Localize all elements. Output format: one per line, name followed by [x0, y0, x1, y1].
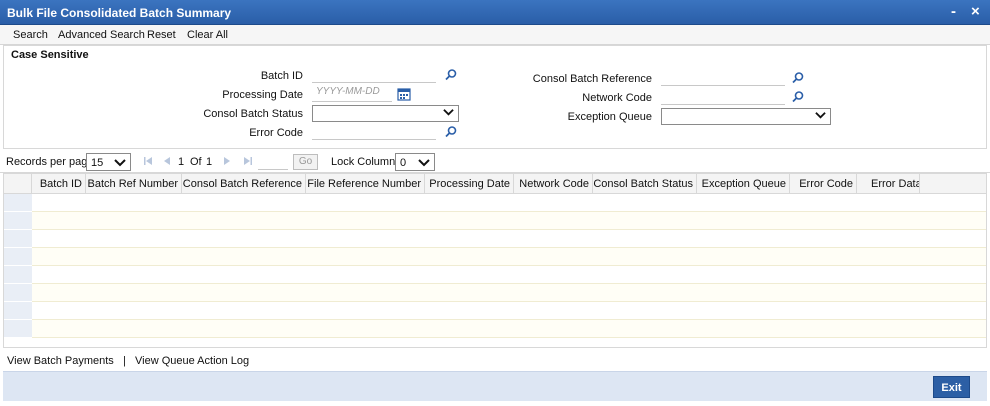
consol-batch-reference-input[interactable] — [661, 70, 785, 86]
go-button[interactable]: Go — [293, 154, 318, 170]
consol-batch-status-label: Consol Batch Status — [203, 108, 303, 120]
current-page: 1 — [178, 156, 185, 168]
records-per-page-select[interactable]: 15 — [86, 153, 131, 171]
network-code-input[interactable] — [661, 89, 785, 105]
minimize-button[interactable]: - — [951, 3, 956, 20]
column-header[interactable]: File Reference Number — [306, 174, 425, 194]
batch-id-input[interactable] — [312, 67, 436, 83]
case-sensitive-label: Case Sensitive — [11, 49, 89, 61]
batch-id-label: Batch ID — [260, 70, 303, 82]
column-header[interactable]: Batch Ref Number — [86, 174, 182, 194]
table-row[interactable] — [4, 284, 986, 302]
search-button[interactable]: Search — [13, 29, 48, 41]
reset-button[interactable]: Reset — [147, 29, 176, 41]
column-header[interactable]: Error Data — [857, 174, 920, 194]
lock-columns-value: 0 — [400, 157, 407, 169]
records-per-page-value: 15 — [91, 157, 104, 169]
footer-bar: Exit — [3, 371, 987, 401]
error-code-label: Error Code — [249, 127, 303, 139]
chevron-down-icon — [443, 109, 454, 116]
view-queue-action-log-link[interactable]: View Queue Action Log — [135, 355, 249, 367]
column-header[interactable]: Consol Batch Reference — [182, 174, 306, 194]
link-separator: | — [122, 355, 126, 367]
table-row[interactable] — [4, 302, 986, 320]
batch-id-search-icon[interactable] — [444, 68, 458, 82]
grid-header: Batch ID Batch Ref Number Consol Batch R… — [4, 174, 986, 194]
network-code-search-icon[interactable] — [791, 90, 805, 104]
table-row[interactable] — [4, 212, 986, 230]
records-per-page-label: Records per page — [6, 156, 94, 168]
window-titlebar: Bulk File Consolidated Batch Summary - × — [0, 0, 990, 25]
consol-batch-reference-label: Consol Batch Reference — [532, 73, 652, 85]
exception-queue-select[interactable] — [661, 108, 831, 125]
chevron-down-icon — [114, 159, 126, 167]
clear-all-button[interactable]: Clear All — [187, 29, 228, 41]
table-row[interactable] — [4, 248, 986, 266]
search-criteria-panel: Case Sensitive Batch ID Processing Date … — [3, 45, 987, 149]
chevron-down-icon — [418, 159, 430, 167]
table-row[interactable] — [4, 266, 986, 284]
total-pages: 1 — [206, 156, 213, 168]
toolbar: Search Advanced Search Reset Clear All — [0, 25, 990, 45]
first-page-icon[interactable] — [143, 156, 153, 166]
select-all-header[interactable] — [4, 174, 32, 194]
previous-page-icon[interactable] — [162, 156, 172, 166]
table-row[interactable] — [4, 194, 986, 212]
exception-queue-label: Exception Queue — [567, 111, 652, 123]
window-title: Bulk File Consolidated Batch Summary — [7, 6, 232, 20]
consol-batch-reference-search-icon[interactable] — [791, 71, 805, 85]
column-header[interactable]: Consol Batch Status — [593, 174, 697, 194]
table-row[interactable] — [4, 320, 986, 338]
network-code-label: Network Code — [582, 92, 652, 104]
processing-date-label: Processing Date — [222, 89, 303, 101]
column-header[interactable]: Processing Date — [425, 174, 514, 194]
calendar-icon[interactable] — [397, 87, 411, 101]
of-label: Of — [190, 156, 202, 168]
error-code-search-icon[interactable] — [444, 125, 458, 139]
action-links: View Batch Payments | View Queue Action … — [7, 355, 249, 367]
pagination-bar: Records per page 15 1 Of 1 Go Lock Colum… — [0, 151, 990, 173]
view-batch-payments-link[interactable]: View Batch Payments — [7, 355, 114, 367]
next-page-icon[interactable] — [222, 156, 232, 166]
column-header[interactable]: Error Code — [790, 174, 857, 194]
table-row[interactable] — [4, 230, 986, 248]
column-header[interactable]: Batch ID — [32, 174, 86, 194]
chevron-down-icon — [815, 112, 826, 119]
exit-button[interactable]: Exit — [933, 376, 970, 398]
last-page-icon[interactable] — [243, 156, 253, 166]
consol-batch-status-select[interactable] — [312, 105, 459, 122]
processing-date-input[interactable]: YYYY-MM-DD — [312, 86, 392, 102]
close-button[interactable]: × — [971, 3, 980, 20]
error-code-input[interactable] — [312, 124, 436, 140]
lock-columns-label: Lock Columns — [331, 156, 401, 168]
column-header[interactable]: Exception Queue — [697, 174, 790, 194]
column-header[interactable]: Network Code — [514, 174, 593, 194]
page-number-input[interactable] — [258, 154, 288, 170]
advanced-search-button[interactable]: Advanced Search — [58, 29, 145, 41]
lock-columns-select[interactable]: 0 — [395, 153, 435, 171]
results-grid: Batch ID Batch Ref Number Consol Batch R… — [3, 173, 987, 348]
